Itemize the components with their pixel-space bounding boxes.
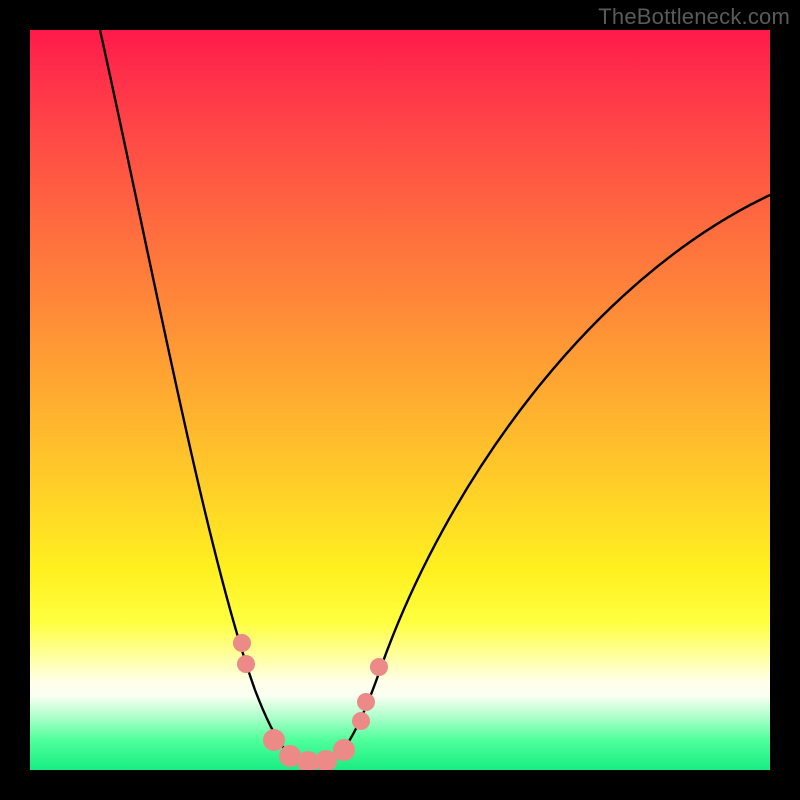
plot-area [30,30,770,770]
data-marker [357,693,375,711]
data-marker [237,655,255,673]
data-marker [352,712,370,730]
data-marker [370,658,388,676]
bottleneck-curve [100,30,770,765]
curve-layer [30,30,770,770]
chart-frame: TheBottleneck.com [0,0,800,800]
data-marker [333,739,355,761]
watermark-text: TheBottleneck.com [598,4,790,30]
data-marker [263,729,285,751]
data-marker [233,634,251,652]
